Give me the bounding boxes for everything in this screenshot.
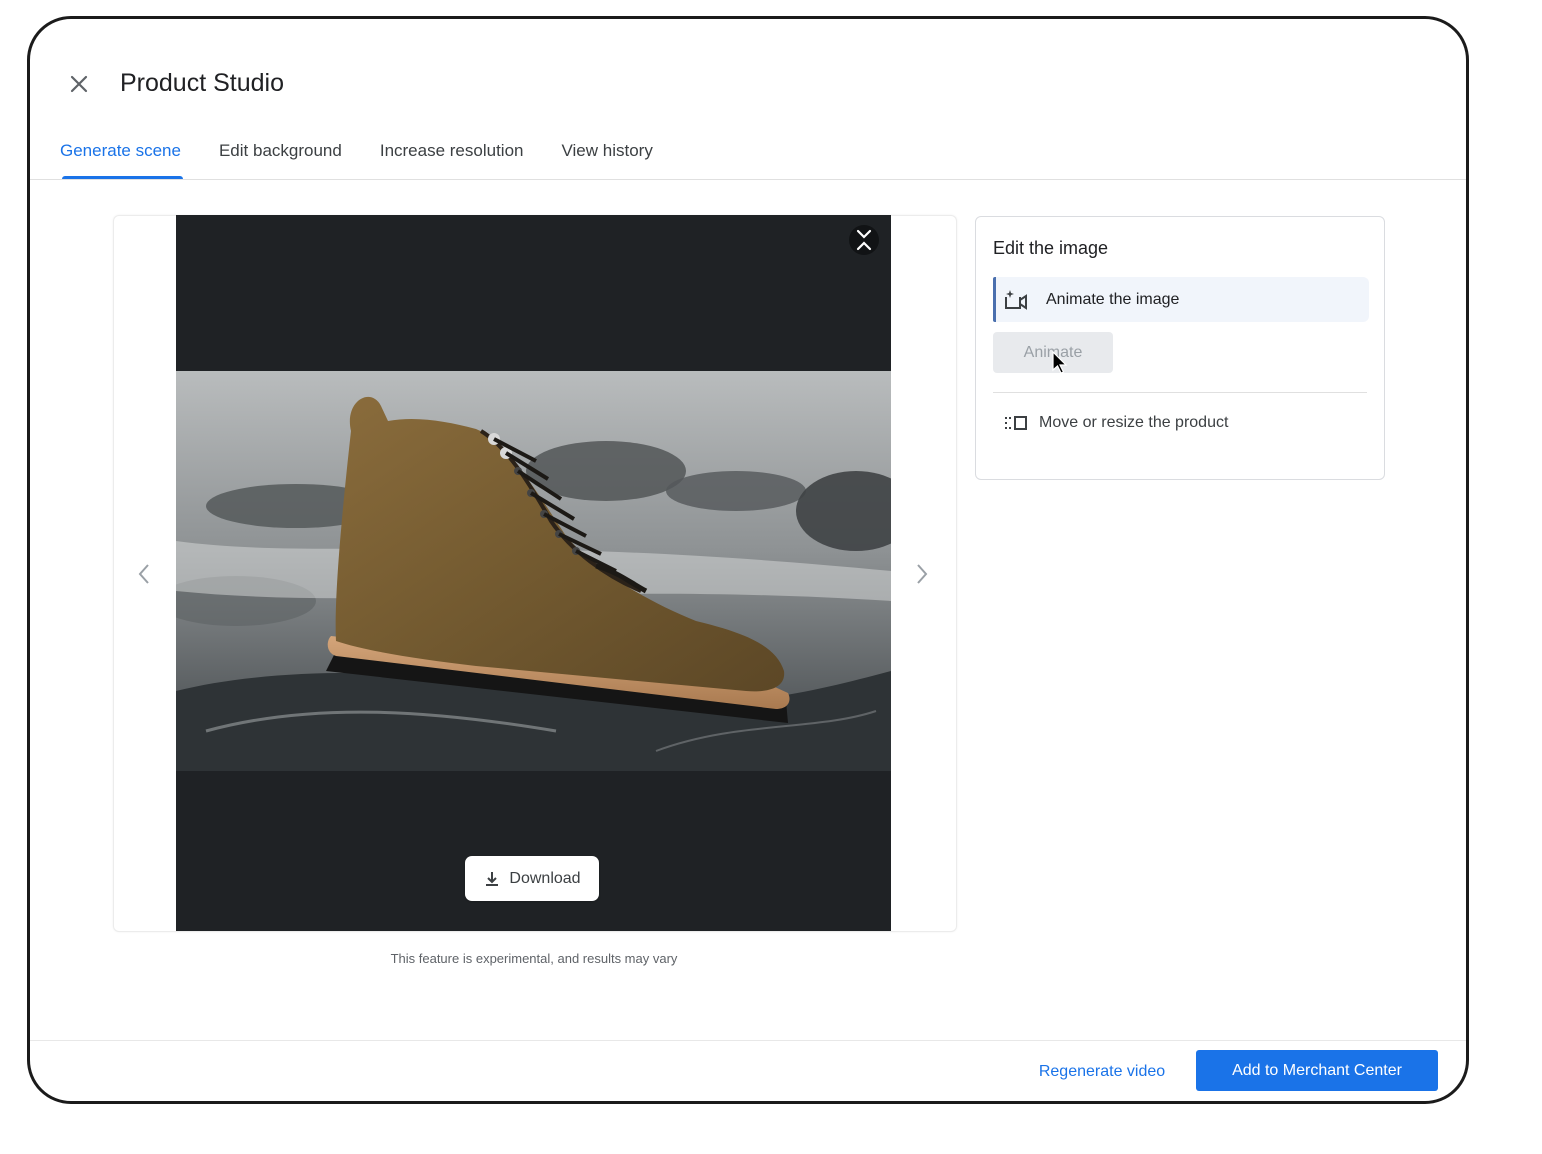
- footer-divider: [30, 1040, 1466, 1041]
- mouse-cursor-icon: [1052, 351, 1068, 374]
- tab-view-history[interactable]: View history: [561, 137, 652, 179]
- tab-edit-background[interactable]: Edit background: [219, 137, 342, 179]
- close-icon: [70, 75, 88, 93]
- move-resize-label: Move or resize the product: [1039, 414, 1229, 431]
- next-image-button[interactable]: [912, 559, 932, 589]
- animate-image-option[interactable]: Animate the image: [993, 277, 1369, 322]
- move-resize-icon: [1005, 416, 1027, 430]
- chevron-left-icon: [138, 564, 149, 584]
- close-button[interactable]: [66, 71, 92, 97]
- collapse-button[interactable]: [849, 225, 879, 255]
- collapse-icon: [856, 229, 872, 251]
- product-image: [176, 371, 891, 771]
- edit-panel: Edit the image Animate the image Animate: [975, 216, 1385, 480]
- add-to-merchant-center-button[interactable]: Add to Merchant Center: [1196, 1050, 1438, 1091]
- animate-image-label: Animate the image: [1046, 290, 1180, 308]
- tab-increase-resolution[interactable]: Increase resolution: [380, 137, 524, 179]
- previous-image-button[interactable]: [134, 559, 154, 589]
- tab-bar: Generate scene Edit background Increase …: [60, 137, 691, 179]
- tab-divider: [30, 179, 1466, 180]
- edit-panel-title: Edit the image: [993, 238, 1109, 258]
- download-icon: [486, 871, 499, 886]
- animate-video-icon: [1005, 289, 1027, 310]
- chevron-right-icon: [917, 564, 928, 584]
- download-label: Download: [509, 869, 581, 887]
- page-title: Product Studio: [120, 69, 284, 97]
- panel-divider: [993, 392, 1367, 393]
- image-viewer: Download: [176, 215, 891, 931]
- tab-generate-scene[interactable]: Generate scene: [60, 137, 183, 179]
- move-resize-option[interactable]: Move or resize the product: [1004, 414, 1228, 432]
- regenerate-video-button[interactable]: Regenerate video: [1017, 1052, 1187, 1092]
- download-button[interactable]: Download: [465, 856, 599, 901]
- app-window: Product Studio Generate scene Edit backg…: [27, 16, 1469, 1104]
- experimental-disclaimer: This feature is experimental, and result…: [390, 951, 678, 966]
